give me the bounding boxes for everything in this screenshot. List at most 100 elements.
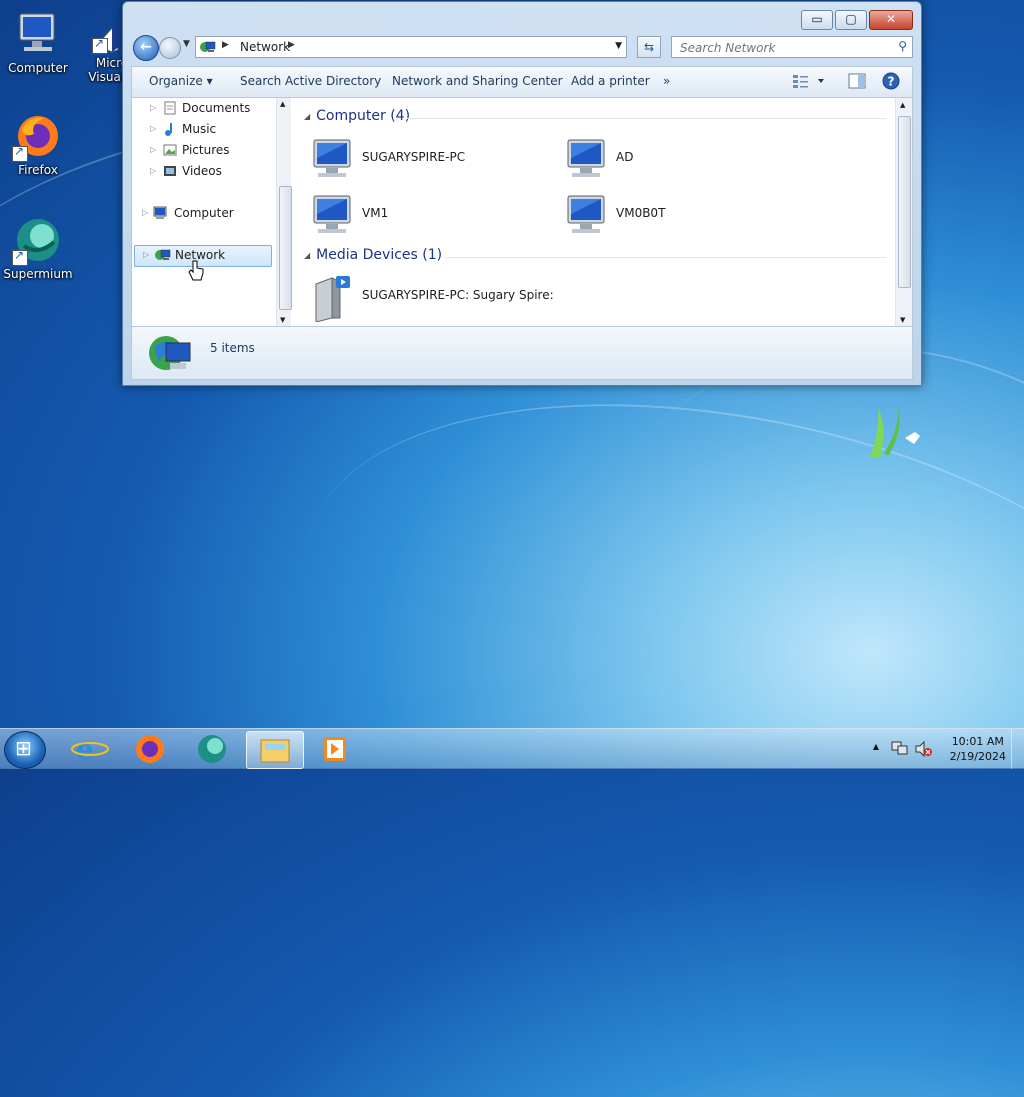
breadcrumb-network[interactable]: Network xyxy=(240,40,290,54)
volume-muted-icon[interactable] xyxy=(914,740,932,761)
group-header-computer[interactable]: ◢ Computer (4) xyxy=(304,108,410,124)
navigation-pane-scrollbar[interactable]: ▲ ▼ xyxy=(276,98,292,326)
taskbar-internet-explorer[interactable]: e xyxy=(62,731,118,767)
maximize-button[interactable]: ▢ xyxy=(835,10,867,30)
shortcut-arrow-icon xyxy=(12,144,28,162)
forward-button[interactable] xyxy=(159,37,181,59)
organize-label: Organize xyxy=(149,74,203,88)
desktop-icon-firefox[interactable]: Firefox xyxy=(0,112,76,177)
item-count: 5 items xyxy=(210,341,255,355)
address-dropdown-icon[interactable]: ▼ xyxy=(615,41,622,51)
internet-explorer-icon: e xyxy=(71,733,109,766)
breadcrumb-separator-icon[interactable]: ▶ xyxy=(222,40,229,50)
item-label: SUGARYSPIRE-PC xyxy=(362,150,466,164)
videos-icon xyxy=(163,164,177,178)
scroll-up-icon[interactable]: ▲ xyxy=(280,100,285,108)
organize-menu[interactable]: Organize ▾ xyxy=(149,74,213,88)
computer-icon xyxy=(310,192,356,236)
recent-pages-dropdown[interactable]: ▼ xyxy=(183,39,190,49)
supermium-icon xyxy=(198,735,226,763)
help-icon[interactable]: ? xyxy=(882,72,900,93)
item-label: AD xyxy=(616,150,634,164)
nav-item-label: Computer xyxy=(174,206,234,220)
collapse-icon[interactable]: ◢ xyxy=(304,112,310,121)
scrollbar-thumb[interactable] xyxy=(898,116,911,288)
add-printer-button[interactable]: Add a printer xyxy=(571,74,650,88)
desktop-icon-label: Supermium xyxy=(3,267,73,281)
expand-arrow-icon[interactable]: ▷ xyxy=(143,250,149,259)
firefox-icon xyxy=(12,112,62,162)
nav-item-label: Pictures xyxy=(182,143,230,157)
show-desktop-button[interactable] xyxy=(1011,729,1024,769)
computer-item-sugaryspire-pc[interactable]: SUGARYSPIRE-PC xyxy=(310,136,550,180)
expand-arrow-icon[interactable]: ▷ xyxy=(150,166,156,175)
search-input[interactable] xyxy=(678,40,882,56)
collapse-icon[interactable]: ◢ xyxy=(304,251,310,260)
network-tray-icon[interactable] xyxy=(890,740,908,761)
file-list-scrollbar[interactable]: ▲ ▼ xyxy=(895,98,912,326)
desktop-icon-computer[interactable]: Computer xyxy=(0,10,76,75)
taskbar: e ▲ 10:01 AM 2/19/2024 xyxy=(0,728,1024,769)
navigation-pane: ▷ Documents ▷ Music ▷ Pictures ▷ Videos … xyxy=(132,98,276,326)
start-button[interactable] xyxy=(4,731,46,769)
network-globe-icon xyxy=(148,331,194,380)
nav-item-label: Videos xyxy=(182,164,222,178)
clock-time: 10:01 AM xyxy=(951,735,1004,748)
network-icon xyxy=(155,248,171,262)
computer-item-vm1[interactable]: VM1 xyxy=(310,192,550,236)
minimize-button[interactable]: ▭ xyxy=(801,10,833,30)
breadcrumb-separator-icon[interactable]: ▶ xyxy=(288,40,295,50)
folder-icon xyxy=(260,739,290,763)
taskbar-windows-explorer[interactable] xyxy=(246,731,304,769)
firefox-icon xyxy=(136,735,164,763)
search-active-directory-button[interactable]: Search Active Directory xyxy=(240,74,381,88)
content-area: ▷ Documents ▷ Music ▷ Pictures ▷ Videos … xyxy=(131,97,913,327)
change-view-button[interactable] xyxy=(792,73,826,92)
refresh-button[interactable]: ⇆ xyxy=(637,36,661,58)
scrollbar-thumb[interactable] xyxy=(279,186,292,310)
file-list: ◢ Computer (4) SUGARYSPIRE-PC AD VM1 VM0B… xyxy=(296,98,894,326)
show-hidden-icons-arrow[interactable]: ▲ xyxy=(873,742,879,751)
address-bar[interactable]: ▶ Network ▶ ▼ xyxy=(195,36,627,58)
wallpaper-bird-logo xyxy=(860,398,930,468)
computer-icon xyxy=(14,10,62,58)
group-header-media-devices[interactable]: ◢ Media Devices (1) xyxy=(304,247,442,263)
more-commands-button[interactable]: » xyxy=(663,74,670,88)
search-box[interactable]: ⚲ xyxy=(671,36,913,58)
details-pane: 5 items xyxy=(131,326,913,380)
desktop-icon-label: Computer xyxy=(8,61,68,75)
item-label: SUGARYSPIRE-PC: Sugary Spire: xyxy=(362,288,554,302)
scroll-down-icon[interactable]: ▼ xyxy=(280,316,285,324)
taskbar-media-player[interactable] xyxy=(308,731,364,767)
command-bar: Organize ▾ Search Active Directory Netwo… xyxy=(131,66,913,98)
preview-pane-icon[interactable] xyxy=(848,73,866,92)
pictures-icon xyxy=(163,143,177,157)
expand-arrow-icon[interactable]: ▷ xyxy=(150,103,156,112)
desktop-icon-label: Firefox xyxy=(18,163,58,177)
search-icon[interactable]: ⚲ xyxy=(898,39,907,53)
explorer-window: ▭ ▢ ✕ ← ▼ ▶ Network ▶ ▼ ⇆ ⚲ Organize ▾ S… xyxy=(122,1,922,386)
taskbar-firefox[interactable] xyxy=(122,731,178,767)
media-device-item[interactable]: SUGARYSPIRE-PC: Sugary Spire: xyxy=(310,274,610,323)
nav-item-label: Music xyxy=(182,122,217,136)
expand-arrow-icon[interactable]: ▷ xyxy=(142,208,148,217)
system-clock[interactable]: 10:01 AM 2/19/2024 xyxy=(950,734,1006,764)
desktop-icon-supermium[interactable]: Supermium xyxy=(0,216,76,281)
taskbar-supermium[interactable] xyxy=(184,731,240,767)
close-button[interactable]: ✕ xyxy=(869,10,913,30)
network-sharing-center-button[interactable]: Network and Sharing Center xyxy=(392,74,563,88)
visual-studio-icon xyxy=(92,22,122,54)
supermium-icon xyxy=(12,216,62,266)
back-button[interactable]: ← xyxy=(133,35,159,61)
shortcut-arrow-icon xyxy=(12,248,28,266)
computer-item-vm0b0t[interactable]: VM0B0T xyxy=(564,192,804,236)
expand-arrow-icon[interactable]: ▷ xyxy=(150,124,156,133)
hand-cursor-icon xyxy=(188,260,204,285)
expand-arrow-icon[interactable]: ▷ xyxy=(150,145,156,154)
scroll-up-icon[interactable]: ▲ xyxy=(900,101,905,109)
svg-text:?: ? xyxy=(888,75,895,89)
clock-date: 2/19/2024 xyxy=(949,750,1006,763)
item-label: VM0B0T xyxy=(616,206,666,220)
scroll-down-icon[interactable]: ▼ xyxy=(900,316,905,324)
computer-item-ad[interactable]: AD xyxy=(564,136,804,180)
